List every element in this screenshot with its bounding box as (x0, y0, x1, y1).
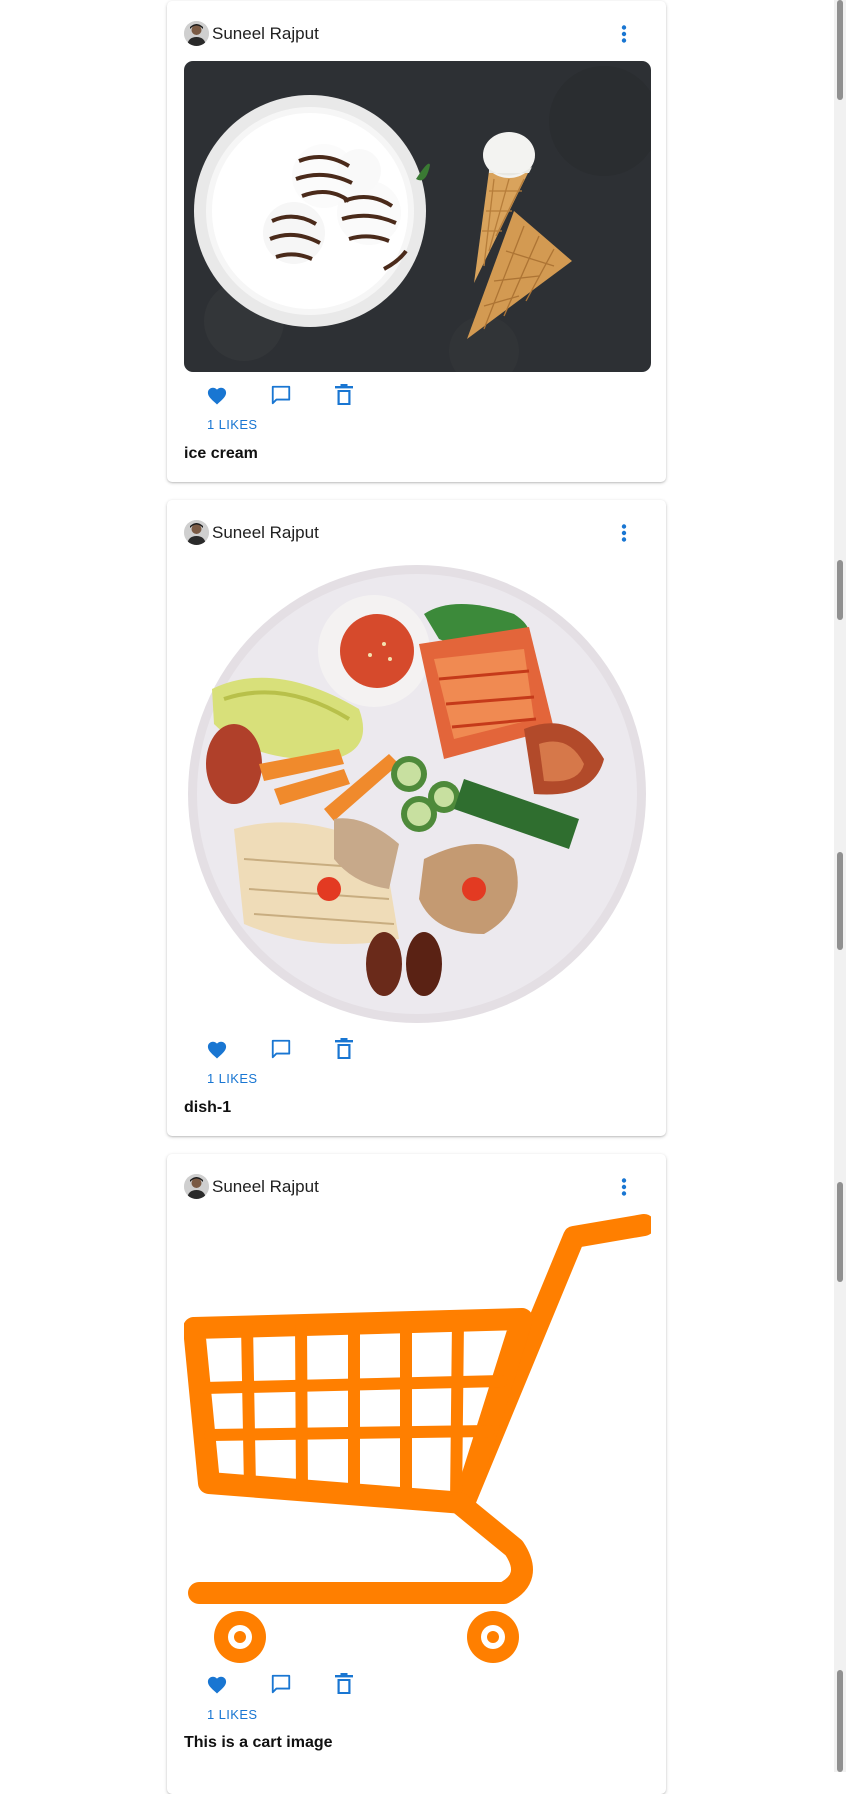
more-options-button[interactable] (611, 1174, 637, 1200)
post-card: Suneel Rajput (167, 1, 666, 482)
post-image (184, 61, 651, 372)
likes-count[interactable]: 1 LIKES (207, 1707, 258, 1722)
comment-icon (271, 1039, 291, 1059)
post-author[interactable]: Suneel Rajput (212, 1177, 319, 1197)
comment-icon (271, 385, 291, 405)
post-author[interactable]: Suneel Rajput (212, 523, 319, 543)
scrollbar-track[interactable] (834, 0, 846, 1772)
post-header: Suneel Rajput (184, 1174, 649, 1200)
post-author[interactable]: Suneel Rajput (212, 24, 319, 44)
delete-button[interactable] (331, 382, 357, 408)
comment-button[interactable] (268, 1671, 294, 1697)
avatar[interactable] (184, 1174, 209, 1199)
trash-icon (335, 1673, 353, 1694)
post-image (184, 1213, 651, 1680)
scrollbar-thumb[interactable] (837, 560, 843, 620)
more-options-button[interactable] (611, 21, 637, 47)
post-feed: Suneel Rajput 1 LIKES ice cream Suneel R… (0, 0, 846, 1794)
heart-icon (207, 387, 227, 405)
avatar[interactable] (184, 21, 209, 46)
scrollbar-thumb[interactable] (837, 0, 843, 100)
more-vert-icon (621, 25, 627, 43)
comment-button[interactable] (268, 1036, 294, 1062)
more-vert-icon (621, 1178, 627, 1196)
scrollbar-thumb[interactable] (837, 1670, 843, 1772)
post-image (184, 559, 651, 1026)
heart-icon (207, 1676, 227, 1694)
post-caption: This is a cart image (184, 1734, 333, 1751)
post-caption: dish-1 (184, 1099, 232, 1116)
like-button[interactable] (204, 1036, 230, 1062)
post-card: Suneel Rajput (167, 1154, 666, 1794)
trash-icon (335, 1038, 353, 1059)
scrollbar-thumb[interactable] (837, 1182, 843, 1282)
delete-button[interactable] (331, 1671, 357, 1697)
likes-count[interactable]: 1 LIKES (207, 1071, 258, 1086)
post-header: Suneel Rajput (184, 21, 649, 47)
post-card: Suneel Rajput (167, 500, 666, 1136)
more-vert-icon (621, 524, 627, 542)
like-button[interactable] (204, 1671, 230, 1697)
comment-icon (271, 1674, 291, 1694)
avatar[interactable] (184, 520, 209, 545)
comment-button[interactable] (268, 382, 294, 408)
post-header: Suneel Rajput (184, 520, 649, 546)
like-button[interactable] (204, 382, 230, 408)
delete-button[interactable] (331, 1036, 357, 1062)
post-caption: ice cream (184, 445, 258, 462)
heart-icon (207, 1041, 227, 1059)
trash-icon (335, 384, 353, 405)
likes-count[interactable]: 1 LIKES (207, 417, 258, 432)
scrollbar-thumb[interactable] (837, 852, 843, 950)
more-options-button[interactable] (611, 520, 637, 546)
